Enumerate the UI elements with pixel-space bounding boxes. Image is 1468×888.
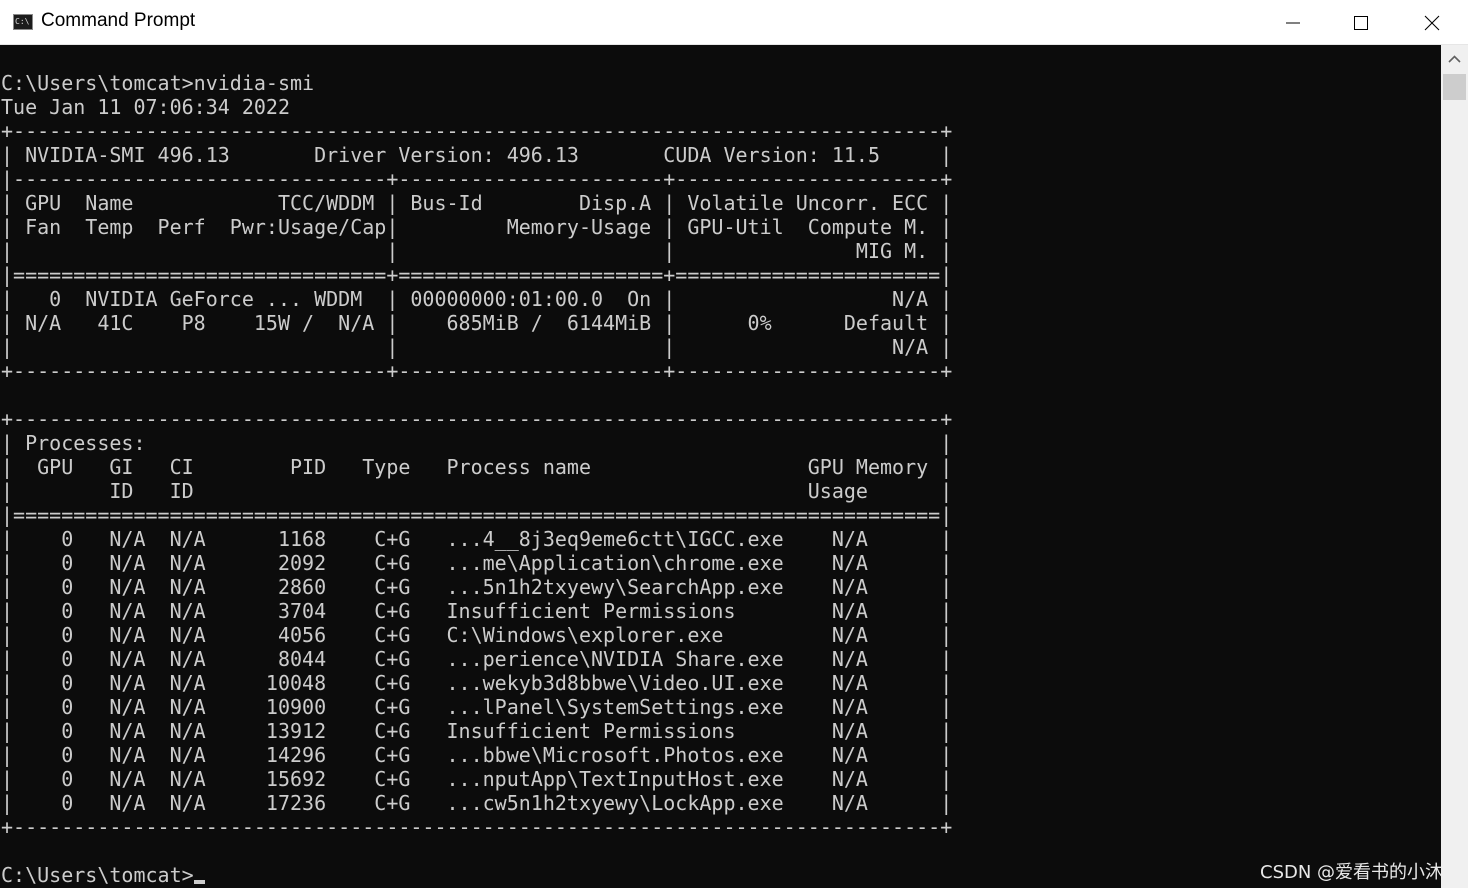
text-cursor [193, 880, 205, 884]
scroll-up-button[interactable] [1441, 45, 1468, 73]
console-line: | N/A 41C P8 15W / N/A | 685MiB / 6144Mi… [1, 311, 953, 335]
console-line: | 0 N/A N/A 17236 C+G ...cw5n1h2txyewy\L… [1, 791, 953, 815]
console-line: | 0 N/A N/A 2092 C+G ...me\Application\c… [1, 551, 953, 575]
console-area[interactable]: C:\Users\tomcat>nvidia-smi Tue Jan 11 07… [0, 45, 1441, 888]
title-bar[interactable]: C:\ Command Prompt [0, 0, 1468, 45]
console-line: |-------------------------------+-------… [1, 167, 953, 191]
minimize-button[interactable] [1259, 0, 1327, 45]
console-line: | 0 N/A N/A 1168 C+G ...4__8j3eq9eme6ctt… [1, 527, 953, 551]
console-line: | 0 N/A N/A 2860 C+G ...5n1h2txyewy\Sear… [1, 575, 953, 599]
console-line: |=======================================… [1, 503, 953, 527]
console-line: Tue Jan 11 07:06:34 2022 [1, 95, 290, 119]
maximize-button[interactable] [1327, 0, 1395, 45]
console-line: +-------------------------------+-------… [1, 359, 953, 383]
minimize-icon [1286, 22, 1300, 24]
console-line: |===============================+=======… [1, 263, 953, 287]
window-title: Command Prompt [41, 10, 196, 31]
console-line: | | | N/A | [1, 335, 953, 359]
console-line: | ID ID Usage | [1, 479, 953, 503]
console-line: | | | MIG M. | [1, 239, 953, 263]
console-line: | 0 NVIDIA GeForce ... WDDM | 00000000:0… [1, 287, 953, 311]
console-line: | 0 N/A N/A 10900 C+G ...lPanel\SystemSe… [1, 695, 953, 719]
console-line: | 0 N/A N/A 4056 C+G C:\Windows\explorer… [1, 623, 953, 647]
console-line: | Processes: | [1, 431, 953, 455]
maximize-icon [1354, 16, 1368, 30]
console-line: | 0 N/A N/A 8044 C+G ...perience\NVIDIA … [1, 647, 953, 671]
command-prompt-window: C:\ Command Prompt C:\Users\tomcat>nvidi… [0, 0, 1468, 888]
console-line: +---------------------------------------… [1, 815, 953, 839]
console-lines: C:\Users\tomcat>nvidia-smi Tue Jan 11 07… [1, 71, 952, 839]
console-line: | 0 N/A N/A 15692 C+G ...nputApp\TextInp… [1, 767, 953, 791]
console-line: | NVIDIA-SMI 496.13 Driver Version: 496.… [1, 143, 953, 167]
console-line: C:\Users\tomcat>nvidia-smi [1, 71, 315, 95]
console-line: | GPU Name TCC/WDDM | Bus-Id Disp.A | Vo… [1, 191, 953, 215]
console-line: +---------------------------------------… [1, 407, 953, 431]
close-button[interactable] [1398, 0, 1466, 45]
vertical-scrollbar[interactable] [1441, 45, 1468, 888]
command-prompt: C:\Users\tomcat> [1, 863, 194, 887]
scroll-up-arrow-icon [1448, 55, 1461, 63]
console-line: | 0 N/A N/A 13912 C+G Insufficient Permi… [1, 719, 953, 743]
console-line: | Fan Temp Perf Pwr:Usage/Cap| Memory-Us… [1, 215, 953, 239]
scroll-thumb[interactable] [1443, 74, 1466, 100]
console-line: | GPU GI CI PID Type Process name GPU Me… [1, 455, 953, 479]
console-output: C:\Users\tomcat>nvidia-smi Tue Jan 11 07… [1, 71, 952, 887]
console-line: | 0 N/A N/A 3704 C+G Insufficient Permis… [1, 599, 953, 623]
console-line: +---------------------------------------… [1, 119, 953, 143]
console-line: | 0 N/A N/A 10048 C+G ...wekyb3d8bbwe\Vi… [1, 671, 953, 695]
close-icon [1424, 15, 1440, 31]
csdn-watermark: CSDN @爱看书的小沐 [1260, 862, 1444, 883]
cmd-icon[interactable]: C:\ [13, 14, 33, 30]
console-line: | 0 N/A N/A 14296 C+G ...bbwe\Microsoft.… [1, 743, 953, 767]
